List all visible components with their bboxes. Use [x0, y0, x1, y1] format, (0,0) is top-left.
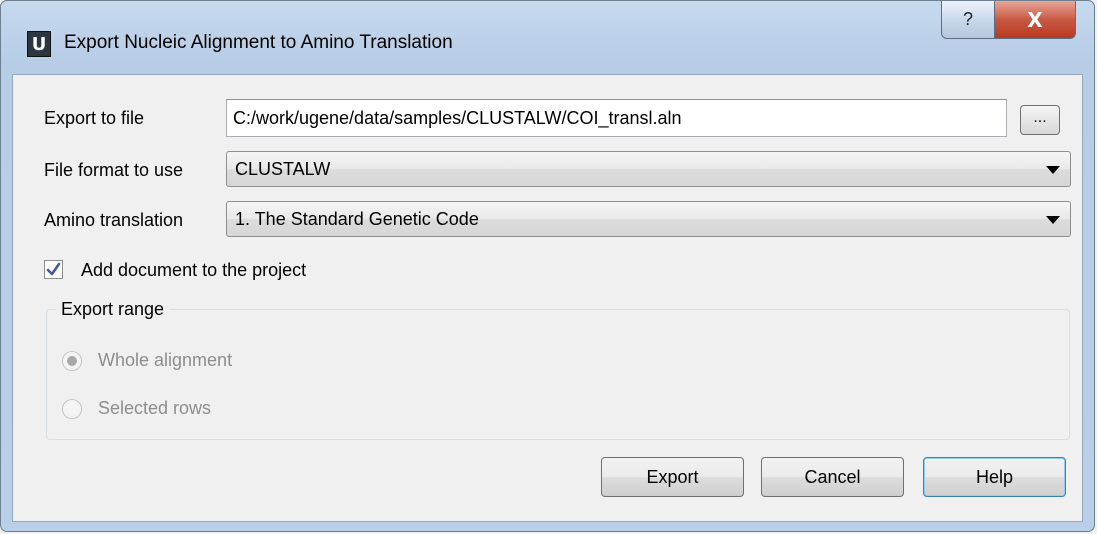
radio-selected-dot — [67, 356, 77, 366]
export-range-group — [46, 309, 1070, 440]
checkmark-icon — [46, 262, 61, 276]
file-format-selected-value: CLUSTALW — [235, 159, 331, 179]
window-title: Export Nucleic Alignment to Amino Transl… — [64, 32, 453, 53]
whole-alignment-radio[interactable] — [62, 351, 82, 371]
export-button[interactable]: Export — [601, 457, 744, 497]
help-button[interactable]: Help — [923, 457, 1066, 497]
selected-rows-label[interactable]: Selected rows — [98, 398, 211, 419]
browse-button[interactable]: ... — [1020, 105, 1060, 135]
cancel-button[interactable]: Cancel — [761, 457, 904, 497]
dialog-window: U Export Nucleic Alignment to Amino Tran… — [0, 0, 1095, 532]
export-range-title: Export range — [56, 299, 170, 320]
chevron-down-icon — [1046, 166, 1060, 174]
question-mark-icon: ? — [962, 9, 973, 29]
close-button[interactable]: X — [994, 1, 1076, 39]
chevron-down-icon — [1046, 216, 1060, 224]
export-to-file-label: Export to file — [44, 108, 145, 128]
amino-translation-select[interactable]: 1. The Standard Genetic Code — [226, 201, 1071, 237]
selected-rows-radio[interactable] — [62, 399, 82, 419]
title-bar[interactable]: U Export Nucleic Alignment to Amino Tran… — [1, 1, 1094, 73]
file-format-label: File format to use — [44, 160, 184, 180]
amino-translation-selected-value: 1. The Standard Genetic Code — [235, 209, 479, 229]
ugene-app-icon: U — [27, 31, 51, 57]
close-icon: X — [1027, 7, 1043, 32]
add-document-checkbox[interactable] — [44, 260, 63, 279]
amino-translation-label: Amino translation — [44, 210, 184, 230]
export-to-file-input[interactable]: C:/work/ugene/data/samples/CLUSTALW/COI_… — [226, 99, 1007, 137]
file-format-select[interactable]: CLUSTALW — [226, 151, 1071, 187]
help-titlebar-button[interactable]: ? — [941, 1, 995, 39]
dialog-body: Export to file C:/work/ugene/data/sample… — [12, 74, 1083, 522]
whole-alignment-label[interactable]: Whole alignment — [98, 350, 232, 371]
add-document-label[interactable]: Add document to the project — [81, 260, 306, 281]
